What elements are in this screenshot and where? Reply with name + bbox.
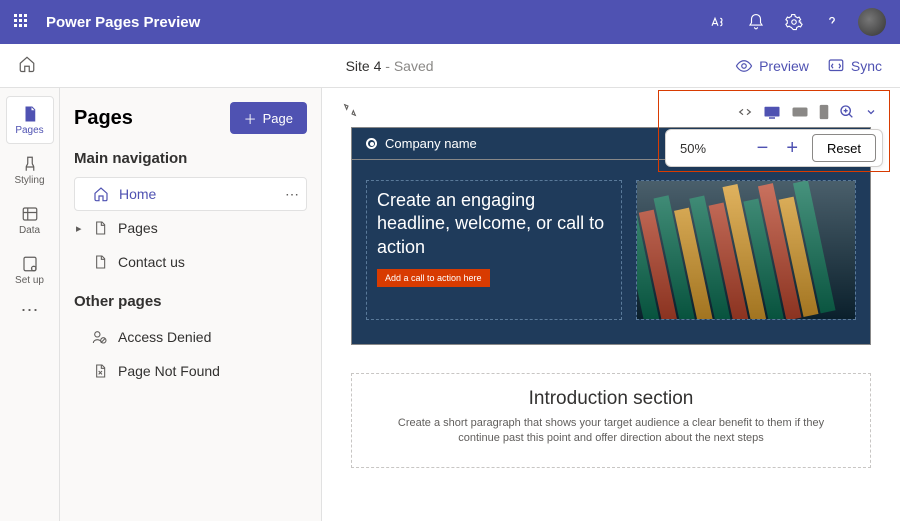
pages-panel: Pages ＋ Page Main navigation Home ⋯ ▸ Pa… [60, 88, 322, 521]
zoom-icon[interactable] [839, 104, 855, 120]
hero-cta-button[interactable]: Add a call to action here [377, 269, 490, 287]
rail-styling-label: Styling [14, 175, 44, 186]
command-bar: Site 4 - Saved Preview Sync [0, 44, 900, 88]
add-page-button[interactable]: ＋ Page [230, 102, 307, 134]
copilot-icon[interactable] [702, 6, 734, 38]
mobile-view-icon[interactable] [819, 104, 829, 120]
zoom-reset-button[interactable]: Reset [812, 134, 876, 162]
add-page-label: Page [263, 111, 293, 126]
zoom-in-button[interactable]: + [782, 137, 802, 160]
hero-image[interactable] [636, 180, 856, 320]
tree-item-access-denied[interactable]: Access Denied [74, 320, 307, 354]
design-canvas: 50% − + Reset Company name Create an eng… [322, 88, 900, 521]
viewport-toolbar-highlight: 50% − + Reset [658, 90, 890, 172]
rail-data-label: Data [19, 225, 40, 236]
rail-pages[interactable]: Pages [6, 96, 54, 144]
hero-text-block[interactable]: Create an engaging headline, welcome, or… [366, 180, 622, 320]
sync-label: Sync [851, 58, 882, 74]
zoom-control: 50% − + Reset [665, 129, 883, 167]
save-status: - Saved [381, 58, 433, 74]
tree-label: Contact us [118, 254, 185, 270]
section-other-pages: Other pages [74, 293, 307, 310]
user-avatar[interactable] [858, 8, 886, 36]
home-icon[interactable] [18, 55, 36, 76]
move-handle-icon[interactable] [342, 102, 358, 123]
app-header: Power Pages Preview [0, 0, 900, 44]
preview-button[interactable]: Preview [735, 57, 809, 75]
code-view-icon[interactable] [737, 104, 753, 120]
site-status: Site 4 - Saved [346, 58, 434, 74]
site-name: Site 4 [346, 58, 382, 74]
panel-title: Pages [74, 107, 133, 130]
intro-section[interactable]: Introduction section Create a short para… [351, 373, 871, 468]
plus-icon: ＋ [244, 109, 257, 128]
desktop-view-icon[interactable] [763, 105, 781, 119]
rail-styling[interactable]: Styling [6, 146, 54, 194]
rail-pages-label: Pages [15, 125, 43, 136]
tablet-landscape-icon[interactable] [791, 106, 809, 118]
intro-title: Introduction section [384, 388, 838, 410]
logo-radio-icon [366, 138, 377, 149]
chevron-right-icon[interactable]: ▸ [76, 222, 82, 235]
rail-data[interactable]: Data [6, 196, 54, 244]
zoom-percent: 50% [680, 141, 706, 156]
tree-label: Page Not Found [118, 363, 220, 379]
company-name: Company name [385, 136, 477, 151]
tree-item-home[interactable]: Home ⋯ [74, 177, 307, 211]
settings-icon[interactable] [778, 6, 810, 38]
chevron-down-icon[interactable] [865, 106, 877, 118]
left-rail: Pages Styling Data Set up ⋯ [0, 88, 60, 521]
rail-more-icon[interactable]: ⋯ [21, 300, 39, 321]
app-title: Power Pages Preview [46, 14, 200, 31]
notifications-icon[interactable] [740, 6, 772, 38]
zoom-out-button[interactable]: − [753, 137, 773, 160]
more-icon[interactable]: ⋯ [285, 186, 300, 203]
hero-headline: Create an engaging headline, welcome, or… [377, 189, 611, 259]
preview-label: Preview [759, 58, 809, 74]
rail-setup-label: Set up [15, 275, 44, 286]
tree-item-contact[interactable]: Contact us [74, 245, 307, 279]
rail-setup[interactable]: Set up [6, 246, 54, 294]
tree-item-not-found[interactable]: Page Not Found [74, 354, 307, 388]
help-icon[interactable] [816, 6, 848, 38]
sync-button[interactable]: Sync [827, 57, 882, 75]
intro-body: Create a short paragraph that shows your… [384, 416, 838, 447]
section-main-nav: Main navigation [74, 150, 307, 167]
tree-item-pages[interactable]: ▸ Pages [74, 211, 307, 245]
tree-label: Pages [118, 220, 158, 236]
tree-label: Access Denied [118, 329, 211, 345]
tree-label: Home [119, 186, 156, 202]
page-preview-scroll[interactable]: Company name Create an engaging headline… [338, 126, 884, 506]
app-launcher-icon[interactable] [14, 14, 30, 30]
hero-section[interactable]: Create an engaging headline, welcome, or… [351, 159, 871, 345]
